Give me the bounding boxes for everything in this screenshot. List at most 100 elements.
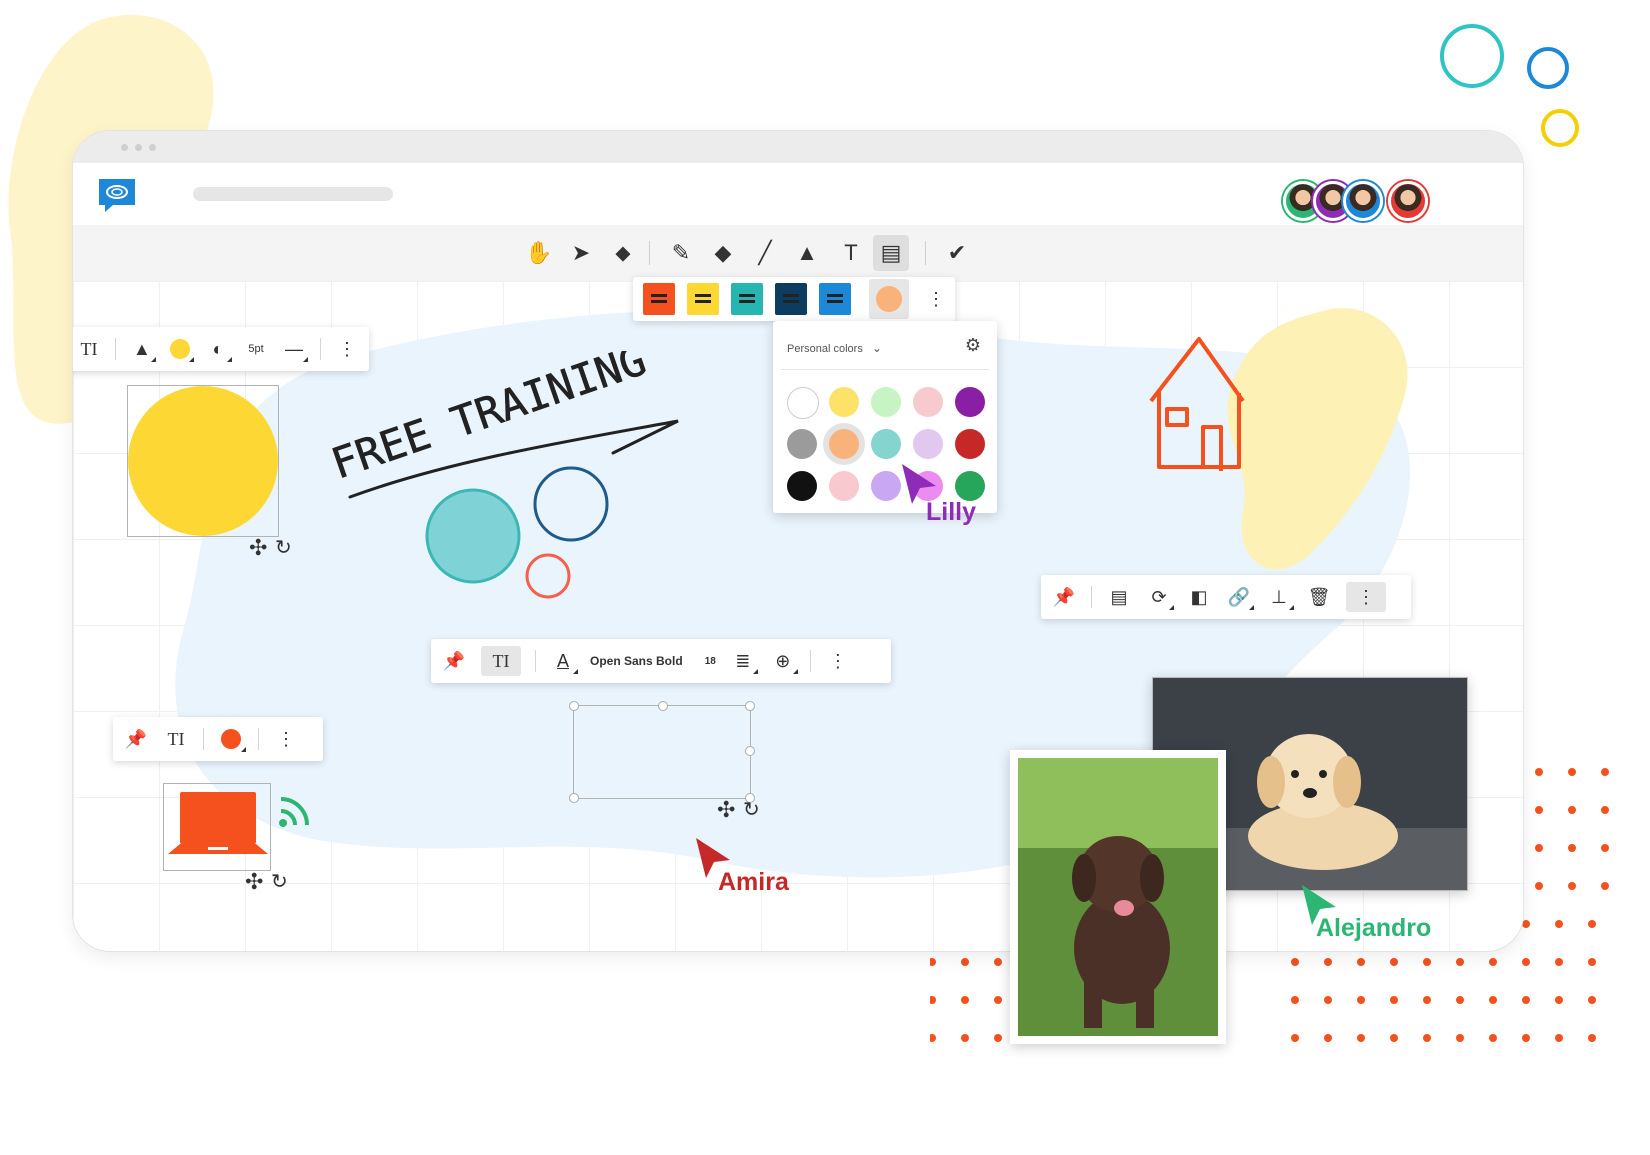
gear-icon[interactable]: ⚙	[965, 335, 981, 356]
yellow-circle-shape[interactable]	[128, 386, 278, 536]
resize-handle[interactable]	[745, 746, 755, 756]
house-drawing[interactable]	[1143, 331, 1253, 481]
color-swatch[interactable]	[829, 387, 859, 417]
chat-bubble-logo-icon[interactable]	[97, 177, 137, 213]
vertical-align-button[interactable]: ⊕	[770, 646, 798, 676]
color-swatch[interactable]	[829, 471, 859, 501]
wifi-icon[interactable]	[277, 795, 311, 829]
hand-tool-icon[interactable]: ✋	[521, 235, 557, 271]
color-swatch[interactable]	[787, 471, 817, 501]
font-family-select[interactable]: Open Sans Bold	[590, 654, 691, 668]
avatar[interactable]	[1343, 181, 1383, 221]
icon-color-button[interactable]	[218, 724, 246, 754]
laptop-icon[interactable]	[164, 784, 270, 870]
resize-handle[interactable]	[569, 701, 579, 711]
move-icon[interactable]: ✣	[245, 869, 263, 895]
text-format-button[interactable]: TI	[481, 646, 521, 676]
resize-handle[interactable]	[658, 701, 668, 711]
sticky-color-option[interactable]	[775, 283, 807, 315]
shape-tool-icon[interactable]: ▲	[789, 235, 825, 271]
text-format-button[interactable]: TI	[163, 724, 189, 754]
pin-button[interactable]: 📌	[441, 646, 467, 676]
personal-colors-dropdown[interactable]: Personal colors ⌄	[787, 341, 882, 355]
dropdown-label: Personal colors	[787, 343, 863, 355]
pattern-dot	[994, 958, 1002, 966]
resize-handle[interactable]	[569, 793, 579, 803]
rotate-icon[interactable]: ↻	[271, 869, 288, 894]
color-swatch[interactable]	[913, 387, 943, 417]
color-swatch[interactable]	[787, 387, 819, 419]
custom-color-button[interactable]	[869, 279, 909, 319]
color-swatch[interactable]	[955, 387, 985, 417]
shape-picker-button[interactable]: ▲	[130, 334, 156, 364]
sticky-color-option[interactable]	[819, 283, 851, 315]
laptop-icon-selection[interactable]	[163, 783, 271, 871]
opacity-button[interactable]: ◐	[206, 334, 232, 364]
more-options-button[interactable]: ⋮	[825, 646, 851, 676]
more-options-button[interactable]: ⋮	[273, 724, 299, 754]
toolbar-divider	[925, 241, 926, 265]
move-icon[interactable]: ✣	[717, 797, 735, 823]
text-tool-icon[interactable]: T	[833, 235, 869, 271]
move-icon[interactable]: ✣	[249, 535, 267, 561]
color-swatch[interactable]	[871, 471, 901, 501]
resize-handle[interactable]	[745, 701, 755, 711]
pattern-dot	[1555, 920, 1563, 928]
pattern-dot	[961, 996, 969, 1004]
text-floating-toolbar: 📌 TI A Open Sans Bold 18 ≣ ⊕ ⋮	[431, 639, 891, 683]
avatar[interactable]	[1388, 181, 1428, 221]
crop-button[interactable]: ▤	[1106, 582, 1132, 612]
color-swatch[interactable]	[787, 429, 817, 459]
feedback-tool-icon[interactable]: ✔	[939, 235, 975, 271]
color-swatch[interactable]	[871, 429, 901, 459]
font-color-button[interactable]: A	[550, 646, 578, 676]
color-swatch[interactable]	[955, 471, 985, 501]
color-swatch[interactable]	[955, 429, 985, 459]
window-titlebar	[73, 131, 1523, 163]
sticky-color-option[interactable]	[731, 283, 763, 315]
link-button[interactable]: 🔗	[1226, 582, 1254, 612]
pattern-dot	[1568, 844, 1576, 852]
line-tool-icon[interactable]: ╱	[747, 235, 783, 271]
arrange-button[interactable]: ◧	[1186, 582, 1212, 612]
stroke-width-button[interactable]: 5pt	[244, 334, 268, 364]
document-title-placeholder[interactable]	[193, 187, 393, 201]
toolbar-divider	[1091, 586, 1092, 608]
pen-tool-icon[interactable]: ✎	[663, 235, 699, 271]
delete-icon[interactable]: 🗑	[1306, 582, 1332, 612]
align-bottom-button[interactable]: ⊥	[1266, 582, 1294, 612]
more-options-button[interactable]: ⋮	[927, 289, 945, 310]
window-dot	[135, 144, 142, 151]
text-format-button[interactable]: TI	[77, 334, 101, 364]
eraser-tool-icon[interactable]: ⬥	[605, 235, 641, 271]
fill-color-button[interactable]	[168, 334, 194, 364]
rotate-icon[interactable]: ↻	[275, 535, 292, 560]
pin-button[interactable]: 📌	[123, 724, 149, 754]
font-size-select[interactable]: 18	[705, 656, 716, 667]
drawn-circles[interactable]	[413, 456, 623, 606]
more-options-button[interactable]: ⋮	[1346, 582, 1386, 612]
select-tool-icon[interactable]: ➤	[563, 235, 599, 271]
sticky-note-tool-icon[interactable]: ▤	[873, 235, 909, 271]
pattern-dot	[1568, 806, 1576, 814]
text-align-button[interactable]: ≣	[730, 646, 758, 676]
sticky-lines-icon	[651, 294, 667, 297]
sticky-color-option[interactable]	[687, 283, 719, 315]
pattern-dot	[1423, 996, 1431, 1004]
chocolate-puppy-image[interactable]	[1010, 750, 1226, 1044]
color-swatch[interactable]	[829, 429, 859, 459]
rotate-image-button[interactable]: ⟳	[1146, 582, 1174, 612]
pattern-dot	[1456, 958, 1464, 966]
shape-selection-box[interactable]	[127, 385, 279, 537]
puppy-nose	[1303, 788, 1317, 798]
color-swatch[interactable]	[871, 387, 901, 417]
pattern-dot	[1357, 958, 1365, 966]
color-swatch[interactable]	[913, 429, 943, 459]
text-box-selection[interactable]	[569, 701, 755, 803]
highlighter-tool-icon[interactable]: ◆	[705, 235, 741, 271]
rotate-icon[interactable]: ↻	[743, 797, 760, 822]
line-style-button[interactable]: —	[282, 334, 309, 364]
sticky-color-option[interactable]	[643, 283, 675, 315]
pin-button[interactable]: 📌	[1051, 582, 1077, 612]
pattern-dot	[1456, 996, 1464, 1004]
